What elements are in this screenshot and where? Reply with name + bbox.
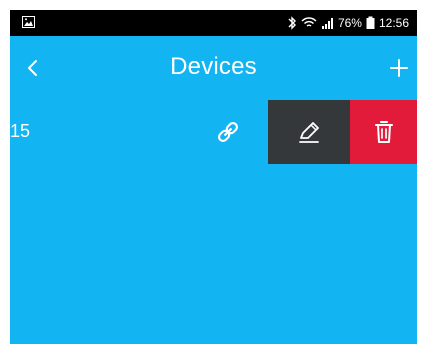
status-indicators: 76% 12:56 — [287, 14, 409, 32]
image-icon — [22, 16, 35, 28]
status-bar: 76% 12:56 — [10, 10, 417, 36]
status-time: 12:56 — [378, 16, 409, 30]
signal-icon — [321, 18, 333, 29]
page-title: Devices — [170, 53, 257, 80]
bluetooth-icon — [288, 16, 296, 30]
battery-icon — [366, 16, 375, 29]
plus-icon — [390, 59, 408, 77]
add-device-button[interactable] — [381, 50, 417, 86]
trash-icon — [374, 121, 393, 143]
battery-percent: 76% — [337, 16, 362, 30]
device-list-item[interactable]: 15 — [10, 100, 417, 164]
device-name: 15 — [10, 121, 31, 141]
phone-screen: 76% 12:56 Devices 15 — [10, 10, 417, 344]
app-bar: Devices — [10, 36, 417, 98]
wifi-icon — [301, 17, 317, 27]
delete-device-button[interactable] — [350, 100, 417, 164]
edit-device-button[interactable] — [268, 100, 350, 164]
pencil-icon — [299, 122, 319, 143]
link-icon[interactable] — [214, 118, 242, 146]
